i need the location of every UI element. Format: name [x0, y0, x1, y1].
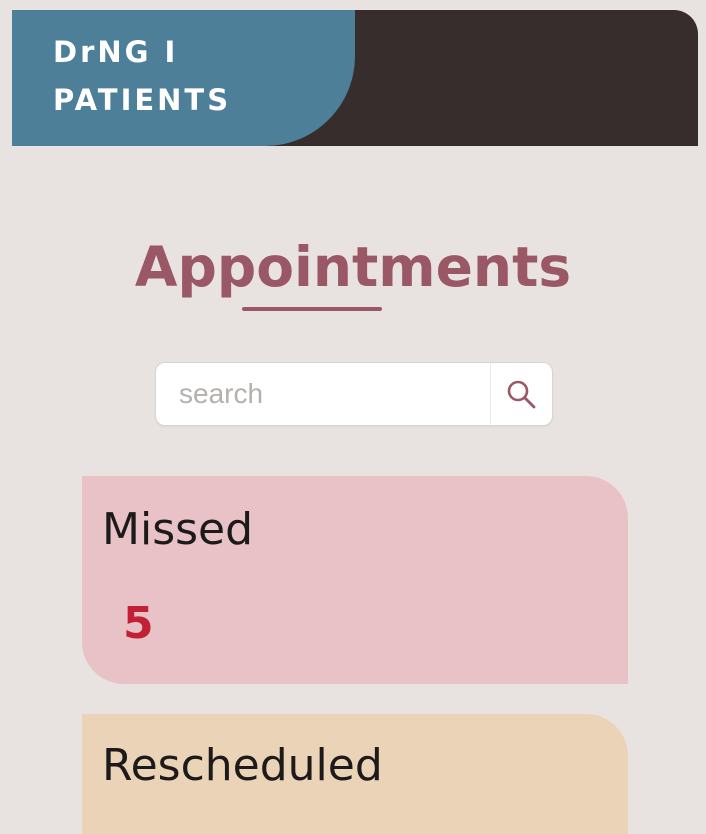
rescheduled-appointments-card[interactable]: Rescheduled	[82, 714, 628, 834]
brand-name: DrNG I	[53, 35, 179, 69]
missed-appointments-card[interactable]: Missed 5	[82, 476, 628, 684]
search-bar	[155, 362, 553, 426]
search-input[interactable]	[156, 363, 490, 425]
search-button[interactable]	[491, 363, 552, 425]
brand-subtitle: PATIENTS	[53, 83, 232, 117]
brand-logo[interactable]: DrNG I PATIENTS	[12, 10, 355, 146]
card-label-rescheduled: Rescheduled	[102, 740, 383, 791]
card-count-missed: 5	[123, 598, 154, 649]
search-icon	[507, 380, 536, 409]
title-underline	[242, 307, 382, 311]
page-title: Appointments	[134, 235, 572, 299]
card-label-missed: Missed	[102, 504, 254, 555]
app-header: DrNG I PATIENTS	[12, 10, 698, 146]
